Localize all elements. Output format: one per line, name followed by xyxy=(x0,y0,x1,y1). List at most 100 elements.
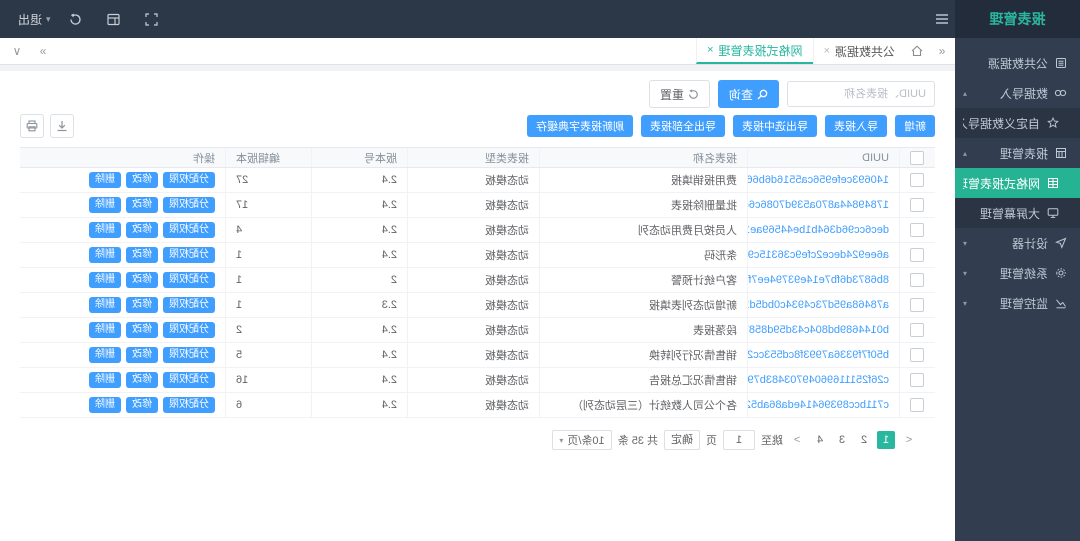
assign-permission-button[interactable]: 分配权限 xyxy=(163,297,215,313)
edit-button[interactable]: 修改 xyxy=(126,347,158,363)
tab-public-datasource[interactable]: 公共数据源 × xyxy=(813,38,905,64)
delete-button[interactable]: 删除 xyxy=(89,197,121,213)
add-button[interactable]: 新增 xyxy=(895,115,935,137)
next-page-icon[interactable]: > xyxy=(789,434,805,446)
uuid-link[interactable]: a6ee924dece2cfe9c36315c902... xyxy=(747,249,889,261)
tabs-scroll-right-icon[interactable]: » xyxy=(30,44,56,58)
edit-button[interactable]: 修改 xyxy=(126,172,158,188)
tabs-more-icon[interactable]: ∨ xyxy=(4,44,30,58)
delete-button[interactable]: 删除 xyxy=(89,322,121,338)
download-icon[interactable] xyxy=(50,114,74,138)
assign-permission-button[interactable]: 分配权限 xyxy=(163,197,215,213)
datasource-icon xyxy=(1054,56,1068,70)
logout-button[interactable]: ▾ 退出 xyxy=(18,11,51,28)
uuid-link[interactable]: b0144689bd804c43d59d85871a... xyxy=(747,324,889,336)
edit-button[interactable]: 修改 xyxy=(126,372,158,388)
row-checkbox[interactable] xyxy=(911,298,925,312)
page-number-1[interactable]: 1 xyxy=(877,431,895,449)
delete-button[interactable]: 删除 xyxy=(89,247,121,263)
sidebar-item-0[interactable]: 公共数据源 xyxy=(955,48,1080,78)
search-input[interactable] xyxy=(787,81,935,107)
import-report-button[interactable]: 导入报表 xyxy=(825,115,887,137)
refresh-icon[interactable] xyxy=(63,0,89,38)
sidebar-item-4[interactable]: 网格式报表管理 xyxy=(955,168,1080,198)
jump-confirm-button[interactable]: 确定 xyxy=(664,430,700,450)
delete-button[interactable]: 删除 xyxy=(89,397,121,413)
uuid-link[interactable]: dec6cc96d364b1be44569ae18... xyxy=(747,224,889,236)
version-number: 2.4 xyxy=(382,224,397,236)
page-number-2[interactable]: 2 xyxy=(855,431,873,449)
edit-button[interactable]: 修改 xyxy=(126,222,158,238)
row-checkbox[interactable] xyxy=(911,198,925,212)
assign-permission-button[interactable]: 分配权限 xyxy=(163,222,215,238)
assign-permission-button[interactable]: 分配权限 xyxy=(163,247,215,263)
tab-grid-report-management[interactable]: 网格式报表管理 × xyxy=(696,38,812,64)
edit-button[interactable]: 修改 xyxy=(126,322,158,338)
row-actions-cell: 分配权限修改删除 xyxy=(20,343,225,367)
row-checkbox[interactable] xyxy=(911,323,925,337)
page-number-3[interactable]: 3 xyxy=(833,431,851,449)
assign-permission-button[interactable]: 分配权限 xyxy=(163,347,215,363)
edit-button[interactable]: 修改 xyxy=(126,272,158,288)
uuid-link[interactable]: b50f7f9336a7993f8cd553cc22... xyxy=(747,349,889,361)
edit-button[interactable]: 修改 xyxy=(126,297,158,313)
fullscreen-icon[interactable] xyxy=(139,0,165,38)
version-number: 2.4 xyxy=(382,349,397,361)
home-icon[interactable] xyxy=(905,45,929,57)
export-all-button[interactable]: 导出全部报表 xyxy=(641,115,725,137)
prev-page-icon[interactable]: < xyxy=(901,434,917,446)
page-size-select[interactable]: 10条/页 ▾ xyxy=(552,430,611,450)
reset-button[interactable]: 重置 xyxy=(649,80,710,108)
row-actions-cell: 分配权限修改删除 xyxy=(20,368,225,392)
delete-button[interactable]: 删除 xyxy=(89,172,121,188)
delete-button[interactable]: 删除 xyxy=(89,272,121,288)
close-icon[interactable]: × xyxy=(707,44,713,56)
row-checkbox[interactable] xyxy=(911,373,925,387)
sidebar-item-6[interactable]: 设计器▾ xyxy=(955,228,1080,258)
row-checkbox[interactable] xyxy=(911,248,925,262)
search-button[interactable]: 查询 xyxy=(718,80,779,108)
column-header-version: 版本号 xyxy=(311,148,407,167)
uuid-link[interactable]: c711bcc89396414eda86ab52ee0... xyxy=(747,399,889,411)
sidebar-item-7[interactable]: 系统管理▾ xyxy=(955,258,1080,288)
edit-button[interactable]: 修改 xyxy=(126,197,158,213)
sidebar-item-3[interactable]: 报表管理▴ xyxy=(955,138,1080,168)
row-checkbox[interactable] xyxy=(911,348,925,362)
uuid-link[interactable]: a78468a95d73c4934c0bd5d11... xyxy=(747,299,889,311)
delete-button[interactable]: 删除 xyxy=(89,222,121,238)
assign-permission-button[interactable]: 分配权限 xyxy=(163,172,215,188)
uuid-link[interactable]: 17849844a870a539d7086c6d3... xyxy=(747,199,889,211)
row-checkbox[interactable] xyxy=(911,273,925,287)
menu-collapse-icon[interactable] xyxy=(929,0,955,38)
uuid-link-cell: 140693cefe956ca5516d6b66e2... xyxy=(747,168,899,192)
close-icon[interactable]: × xyxy=(824,45,830,57)
select-all-checkbox[interactable] xyxy=(911,151,925,165)
page-number-4[interactable]: 4 xyxy=(811,431,829,449)
uuid-link[interactable]: 140693cefe956ca5516d6b66e2... xyxy=(747,174,889,186)
layout-icon[interactable] xyxy=(101,0,127,38)
delete-button[interactable]: 删除 xyxy=(89,372,121,388)
export-selected-button[interactable]: 导出选中报表 xyxy=(733,115,817,137)
sidebar-item-8[interactable]: 监控管理▾ xyxy=(955,288,1080,318)
edit-button[interactable]: 修改 xyxy=(126,247,158,263)
edit-button[interactable]: 修改 xyxy=(126,397,158,413)
assign-permission-button[interactable]: 分配权限 xyxy=(163,397,215,413)
delete-button[interactable]: 删除 xyxy=(89,347,121,363)
jump-page-input[interactable] xyxy=(723,430,755,450)
row-checkbox[interactable] xyxy=(911,173,925,187)
uuid-link[interactable]: 8b6873d6fb7e14e93794ee7fc1... xyxy=(747,274,889,286)
row-checkbox[interactable] xyxy=(911,223,925,237)
row-checkbox[interactable] xyxy=(911,398,925,412)
sidebar-item-2[interactable]: 自定义数据导入 xyxy=(955,108,1080,138)
assign-permission-button[interactable]: 分配权限 xyxy=(163,272,215,288)
delete-button[interactable]: 删除 xyxy=(89,297,121,313)
tabs-scroll-left-icon[interactable]: « xyxy=(929,44,955,58)
row-checkbox-cell xyxy=(899,393,935,417)
uuid-link[interactable]: c26f25111696049703483b7915... xyxy=(747,374,889,386)
assign-permission-button[interactable]: 分配权限 xyxy=(163,372,215,388)
printer-icon[interactable] xyxy=(20,114,44,138)
sidebar-item-5[interactable]: 大屏幕管理 xyxy=(955,198,1080,228)
assign-permission-button[interactable]: 分配权限 xyxy=(163,322,215,338)
refresh-dict-cache-button[interactable]: 刷新报表字典缓存 xyxy=(527,115,633,137)
sidebar-item-1[interactable]: 数据导入▴ xyxy=(955,78,1080,108)
